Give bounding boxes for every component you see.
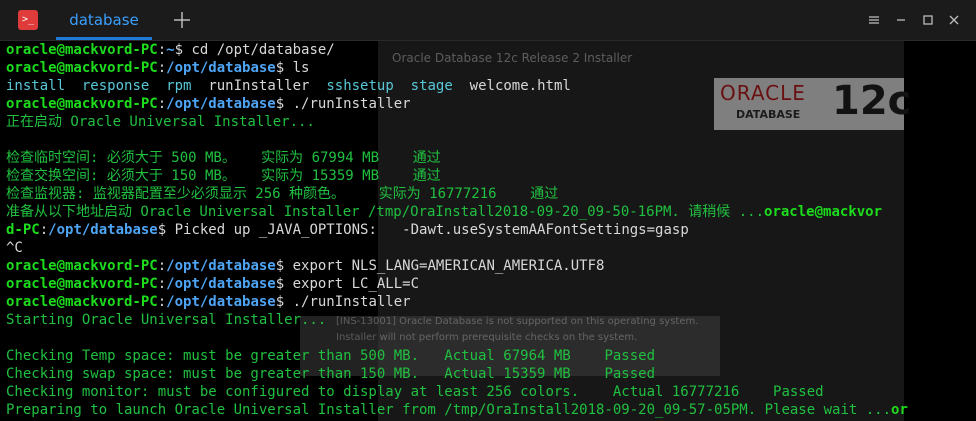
hamburger-menu-icon: [869, 16, 879, 24]
terminal-line: Checking Temp space: must be greater tha…: [6, 347, 976, 365]
terminal-text: $ ls: [275, 60, 310, 76]
prompt-user-host: oracle@mackvord-PC: [6, 60, 158, 76]
minimize-icon: [897, 19, 905, 21]
terminal-text: 检查交换空间: 必须大于 150 MB。 实际为 15359 MB 通过: [6, 168, 441, 184]
menu-button[interactable]: [866, 12, 882, 28]
close-button[interactable]: [946, 12, 962, 28]
terminal-text: Preparing to launch Oracle Universal Ins…: [6, 402, 892, 418]
prompt-user-host: oracle@mackvord-PC: [6, 42, 158, 58]
terminal-text: 准备从以下地址启动 Oracle Universal Installer /tm…: [6, 204, 765, 220]
terminal-line: 正在启动 Oracle Universal Installer...: [6, 113, 976, 131]
prompt-user-host: oracle@mackvord-PC: [6, 294, 158, 310]
terminal-text: :: [157, 294, 167, 310]
prompt-path: /opt/database: [166, 276, 276, 292]
terminal-text: ^C: [6, 240, 23, 256]
terminal-app-icon: >_: [18, 10, 38, 30]
terminal-lines: oracle@mackvord-PC:~$ cd /opt/database/o…: [6, 41, 976, 419]
terminal-text: $ ./runInstaller: [275, 294, 411, 310]
minimize-button[interactable]: [893, 12, 909, 28]
terminal-text: :: [157, 42, 167, 58]
add-tab-button[interactable]: [170, 8, 194, 32]
terminal-line: d-PC:/opt/database$ Picked up _JAVA_OPTI…: [6, 221, 976, 239]
terminal-line: 检查交换空间: 必须大于 150 MB。 实际为 15359 MB 通过: [6, 167, 976, 185]
maximize-icon: [923, 15, 933, 25]
terminal-text: response: [81, 78, 150, 94]
terminal-text: install: [6, 78, 66, 94]
terminal-output[interactable]: Oracle Database 12c Release 2 Installer …: [0, 41, 976, 421]
terminal-line: Preparing to launch Oracle Universal Ins…: [6, 401, 976, 419]
terminal-text: :: [157, 96, 167, 112]
prompt-user-host: oracle@mackvord-PC: [6, 96, 158, 112]
prompt-path: /opt/database: [166, 60, 276, 76]
terminal-text: $ Picked up _JAVA_OPTIONS: -Dawt.useSyst…: [157, 222, 689, 238]
terminal-line: oracle@mackvord-PC:/opt/database$ export…: [6, 275, 976, 293]
terminal-text: :: [157, 276, 167, 292]
maximize-button[interactable]: [920, 12, 936, 28]
terminal-text: runInstaller: [208, 78, 310, 94]
prompt-user-host: oracle@mackvor: [764, 204, 883, 220]
prompt-path: /opt/database: [48, 222, 158, 238]
terminal-line: Checking monitor: must be configured to …: [6, 383, 976, 401]
terminal-line: install response rpm runInstaller sshset…: [6, 77, 976, 95]
tab-database[interactable]: database: [56, 0, 152, 40]
terminal-line: oracle@mackvord-PC:/opt/database$ ls: [6, 59, 976, 77]
terminal-text: Starting Oracle Universal Installer...: [6, 312, 327, 328]
terminal-text: Checking swap space: must be greater tha…: [6, 366, 656, 382]
terminal-text: rpm: [166, 78, 192, 94]
terminal-line: oracle@mackvord-PC:/opt/database$ export…: [6, 257, 976, 275]
tab-label: database: [69, 11, 139, 29]
terminal-text: 检查临时空间: 必须大于 500 MB。 实际为 67994 MB 通过: [6, 150, 441, 166]
terminal-line: Checking swap space: must be greater tha…: [6, 365, 976, 383]
terminal-line: oracle@mackvord-PC:/opt/database$ ./runI…: [6, 293, 976, 311]
active-tab-indicator: [56, 37, 152, 40]
terminal-text: welcome.html: [469, 78, 571, 94]
terminal-text: $ cd /opt/database/: [174, 42, 335, 58]
terminal-text: $ export NLS_LANG=AMERICAN_AMERICA.UTF8: [275, 258, 605, 274]
prompt-user-host: d-PC: [6, 222, 40, 238]
terminal-line: 准备从以下地址启动 Oracle Universal Installer /tm…: [6, 203, 976, 221]
close-icon: [949, 15, 959, 25]
prompt-path: /opt/database: [166, 96, 276, 112]
prompt-user-host: or: [891, 402, 908, 418]
terminal-text: Checking monitor: must be configured to …: [6, 384, 824, 400]
terminal-text: :: [157, 60, 167, 76]
terminal-text: $ export LC_ALL=C: [275, 276, 420, 292]
terminal-line: oracle@mackvord-PC:/opt/database$ ./runI…: [6, 95, 976, 113]
terminal-text: $ ./runInstaller: [275, 96, 411, 112]
terminal-text: :: [157, 258, 167, 274]
terminal-line: 检查监视器: 监视器配置至少必须显示 256 种颜色。 实际为 16777216…: [6, 185, 976, 203]
terminal-text: 检查监视器: 监视器配置至少必须显示 256 种颜色。 实际为 16777216…: [6, 186, 559, 202]
terminal-text: stage: [410, 78, 453, 94]
prompt-path: /opt/database: [166, 258, 276, 274]
terminal-text: :: [39, 222, 49, 238]
terminal-line: 检查临时空间: 必须大于 500 MB。 实际为 67994 MB 通过: [6, 149, 976, 167]
prompt-user-host: oracle@mackvord-PC: [6, 276, 158, 292]
terminal-text: sshsetup: [326, 78, 394, 94]
plus-icon: [174, 12, 190, 28]
terminal-line: Starting Oracle Universal Installer...: [6, 311, 976, 329]
prompt-user-host: oracle@mackvord-PC: [6, 258, 158, 274]
terminal-text: Checking Temp space: must be greater tha…: [6, 348, 656, 364]
terminal-line: ^C: [6, 239, 976, 257]
title-bar: >_ database: [0, 0, 976, 41]
prompt-path: /opt/database: [166, 294, 276, 310]
terminal-text: 正在启动 Oracle Universal Installer...: [6, 114, 315, 130]
terminal-line: oracle@mackvord-PC:~$ cd /opt/database/: [6, 41, 976, 59]
prompt-path: ~: [166, 42, 175, 58]
